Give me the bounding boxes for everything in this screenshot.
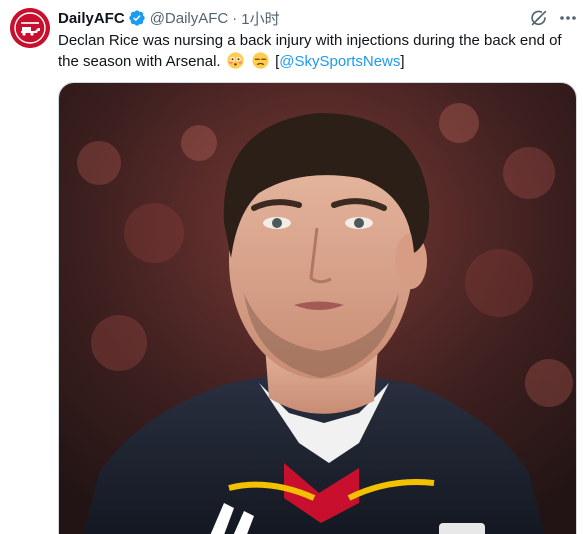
arsenal-crest-icon	[10, 8, 50, 48]
author-display-name[interactable]: DailyAFC	[58, 10, 125, 27]
author-handle[interactable]: @DailyAFC	[150, 10, 229, 27]
author-avatar[interactable]	[10, 8, 50, 48]
header-separator: ·	[232, 9, 238, 27]
mention-bracket-close: ]	[400, 53, 405, 70]
tweet-card: DailyAFC @DailyAFC · 1小时 Declan Rice was…	[0, 0, 583, 534]
tweet-media-photo[interactable]	[58, 82, 577, 534]
player-portrait-photo	[59, 83, 576, 534]
tweet-timestamp[interactable]: 1小时	[241, 8, 279, 29]
more-dots-icon[interactable]	[558, 7, 578, 29]
tweet-header: DailyAFC @DailyAFC · 1小时	[58, 8, 280, 28]
flushed-face-emoji	[227, 52, 244, 69]
tweet-text: Declan Rice was nursing a back injury wi…	[58, 30, 573, 72]
verified-badge-icon	[128, 9, 146, 27]
grok-icon[interactable]	[528, 7, 550, 29]
unamused-face-emoji	[252, 52, 269, 69]
mention-link[interactable]: @SkySportsNews	[279, 53, 400, 70]
